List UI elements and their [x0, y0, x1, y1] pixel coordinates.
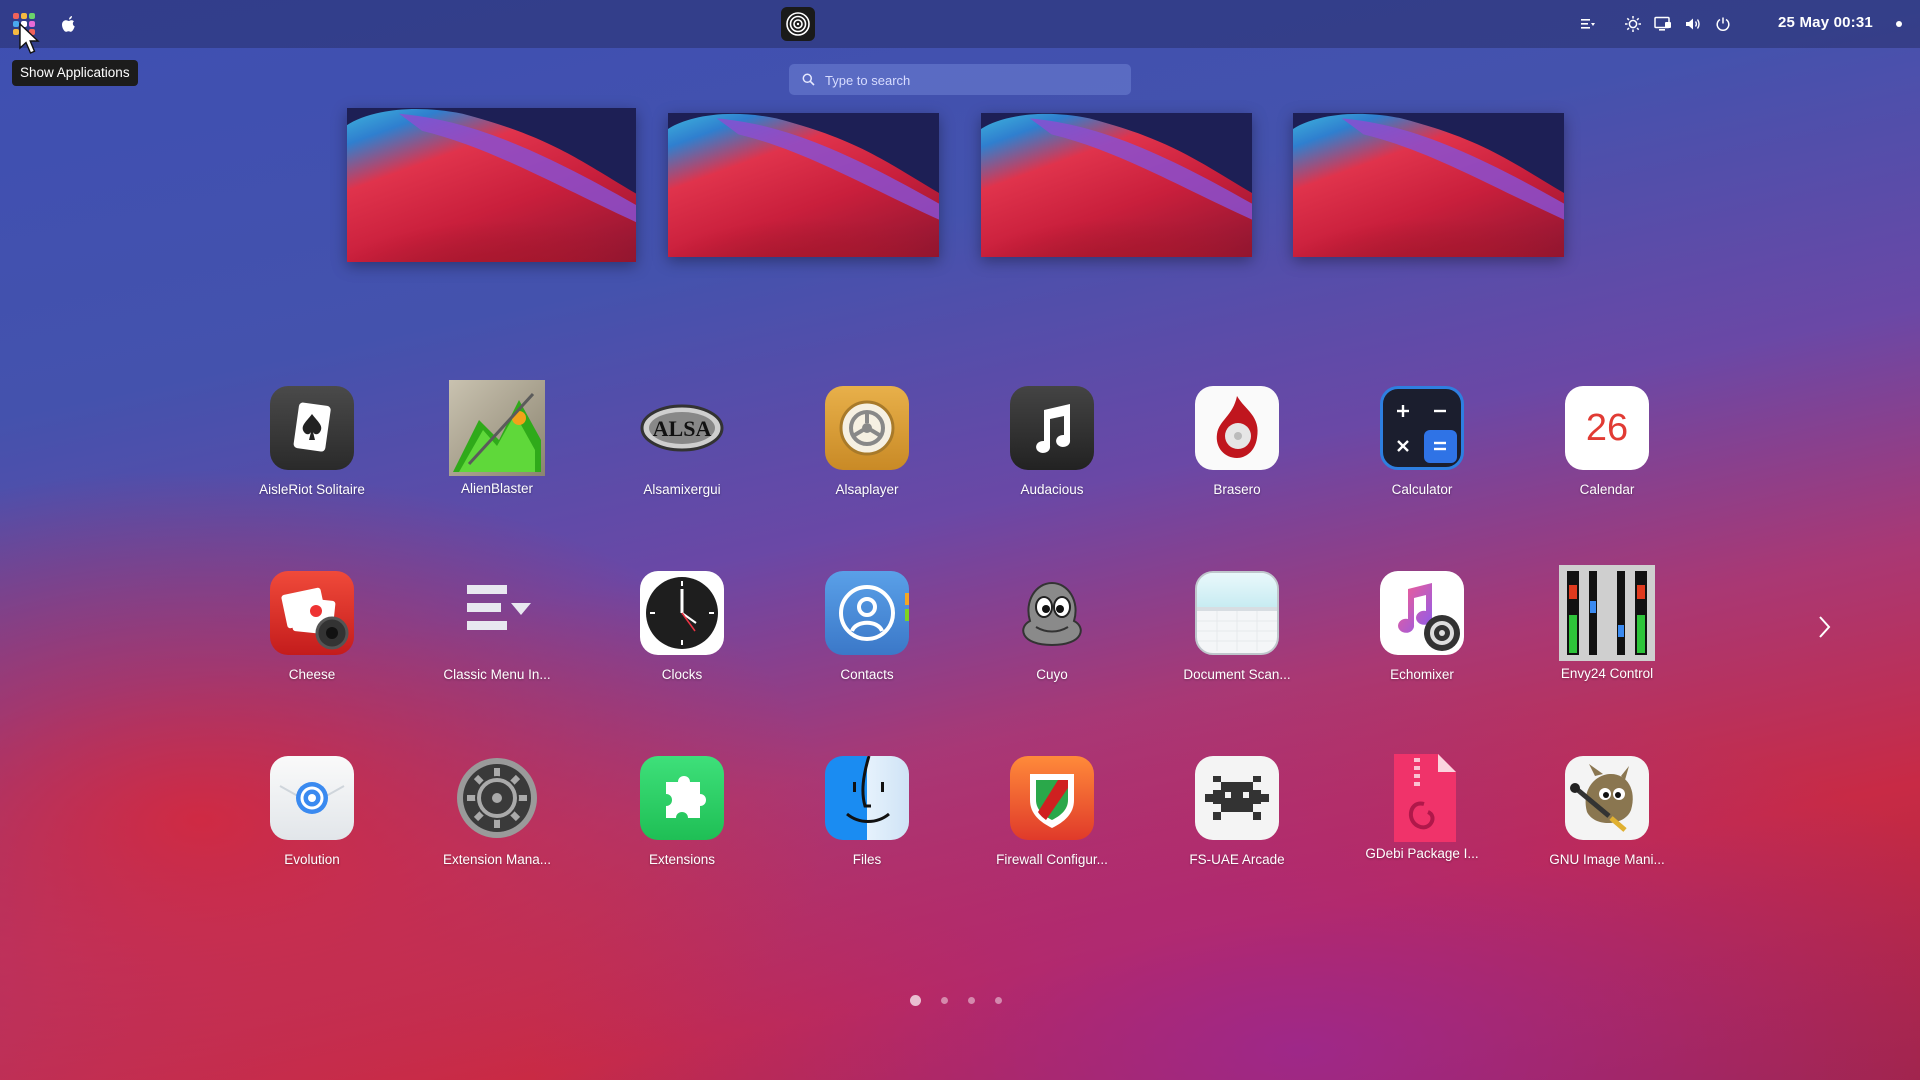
app-evolution[interactable]: Evolution: [232, 756, 392, 867]
app-cuyo[interactable]: Cuyo: [972, 571, 1132, 682]
contacts-icon: [825, 571, 909, 655]
search-input[interactable]: [823, 64, 1117, 97]
alsaplayer-icon: [825, 386, 909, 470]
alienblaster-icon: [449, 380, 545, 476]
firewall-icon: [1010, 756, 1094, 840]
apple-icon: [62, 15, 75, 32]
gdebi-icon: [1380, 750, 1464, 846]
classic-menu-icon: [455, 571, 539, 655]
search-bar[interactable]: [789, 64, 1131, 97]
page-dot-2[interactable]: [941, 997, 948, 1004]
top-bar: 25 May 00:31: [0, 0, 1920, 48]
brasero-icon: [1195, 386, 1279, 470]
workspace-thumbnail-4[interactable]: [1293, 113, 1564, 257]
audacious-icon: [1010, 386, 1094, 470]
calculator-icon: [1380, 386, 1464, 470]
page-dot-3[interactable]: [968, 997, 975, 1004]
app-alienblaster[interactable]: AlienBlaster: [417, 380, 577, 496]
volume-button[interactable]: [1684, 14, 1702, 34]
show-applications-tooltip: Show Applications: [12, 60, 138, 86]
display-network-icon: [1654, 16, 1671, 31]
aisleriot-icon: [270, 386, 354, 470]
app-brasero[interactable]: Brasero: [1157, 386, 1317, 497]
app-contacts[interactable]: Contacts: [787, 571, 947, 682]
search-icon: [802, 73, 815, 86]
app-audacious[interactable]: Audacious: [972, 386, 1132, 497]
app-aisleriot-solitaire[interactable]: AisleRiot Solitaire: [232, 386, 392, 497]
app-extensions[interactable]: Extensions: [602, 756, 762, 867]
page-dot-1[interactable]: [910, 995, 921, 1006]
app-files[interactable]: Files: [787, 756, 947, 867]
app-extension-manager[interactable]: Extension Mana...: [417, 756, 577, 867]
page-indicator: [910, 995, 1002, 1006]
app-echomixer[interactable]: Echomixer: [1342, 571, 1502, 682]
clocks-icon: [640, 571, 724, 655]
app-calendar[interactable]: 26 Calendar: [1527, 386, 1687, 497]
files-icon: [825, 756, 909, 840]
next-page-chevron-icon[interactable]: [1812, 612, 1836, 642]
calendar-day-number: 26: [1585, 406, 1629, 449]
app-envy24-control[interactable]: Envy24 Control: [1527, 565, 1687, 681]
activity-indicator-button[interactable]: [781, 7, 815, 41]
app-document-scanner[interactable]: Document Scan...: [1157, 571, 1317, 682]
app-calculator[interactable]: Calculator: [1342, 386, 1502, 497]
clock[interactable]: 25 May 00:31: [1778, 14, 1873, 31]
display-button[interactable]: [1654, 14, 1672, 34]
spiral-target-icon: [786, 12, 810, 36]
cuyo-icon: [1010, 571, 1094, 655]
power-icon: [1716, 17, 1730, 32]
apple-menu-button[interactable]: [58, 12, 80, 36]
cheese-icon: [270, 571, 354, 655]
echomixer-icon: [1380, 571, 1464, 655]
workspace-thumbnail-2[interactable]: [668, 113, 939, 257]
app-fs-uae-arcade[interactable]: FS-UAE Arcade: [1157, 756, 1317, 867]
app-gdebi-package-installer[interactable]: GDebi Package I...: [1342, 750, 1502, 861]
mouse-cursor-icon: [19, 22, 40, 54]
fs-uae-icon: [1195, 756, 1279, 840]
document-scanner-icon: [1195, 571, 1279, 655]
app-alsamixergui[interactable]: ALSA Alsamixergui: [602, 386, 762, 497]
list-menu-icon: [1581, 19, 1595, 29]
workspace-thumbnail-3[interactable]: [981, 113, 1252, 257]
volume-icon: [1686, 18, 1700, 30]
power-button[interactable]: [1715, 14, 1731, 34]
app-clocks[interactable]: Clocks: [602, 571, 762, 682]
envy24-icon: [1559, 565, 1655, 661]
app-alsaplayer[interactable]: Alsaplayer: [787, 386, 947, 497]
calendar-icon: 26: [1565, 386, 1649, 470]
extensions-icon: [640, 756, 724, 840]
app-classic-menu-indicator[interactable]: Classic Menu In...: [417, 571, 577, 682]
wallpaper-image: [668, 113, 939, 220]
notification-dot[interactable]: [1896, 21, 1902, 27]
wallpaper-image: [981, 113, 1252, 220]
app-firewall-configuration[interactable]: Firewall Configur...: [972, 756, 1132, 867]
svg-text:ALSA: ALSA: [653, 416, 712, 441]
wallpaper-image: [1293, 113, 1564, 220]
brightness-button[interactable]: [1624, 14, 1642, 34]
evolution-icon: [270, 756, 354, 840]
app-cheese[interactable]: Cheese: [232, 571, 392, 682]
menu-list-button[interactable]: [1580, 14, 1596, 34]
gimp-icon: [1565, 756, 1649, 840]
workspace-thumbnail-1[interactable]: [347, 108, 636, 262]
page-dot-4[interactable]: [995, 997, 1002, 1004]
app-gnu-image-manipulation[interactable]: GNU Image Mani...: [1527, 756, 1687, 867]
brightness-icon: [1625, 16, 1641, 32]
extension-manager-icon: [455, 756, 539, 840]
alsa-icon: ALSA: [640, 386, 724, 470]
wallpaper-image: [347, 108, 636, 223]
